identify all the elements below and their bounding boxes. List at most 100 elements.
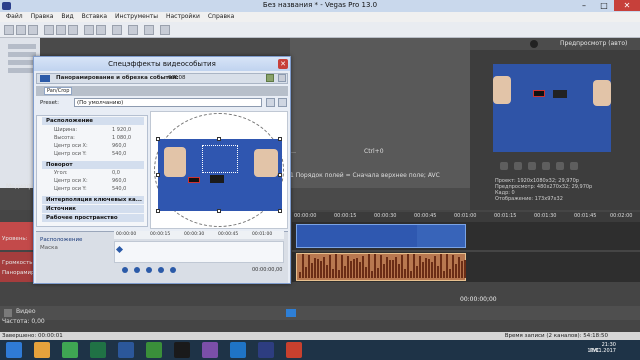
ruler-tick: 00:01:00	[454, 213, 477, 219]
kf-prev-icon[interactable]	[134, 267, 140, 273]
explorer-folder-item[interactable]	[8, 68, 36, 73]
open-icon[interactable]	[16, 25, 26, 35]
tray-clock[interactable]: 21:30 19.01.2017	[587, 342, 616, 354]
close-button[interactable]: ✕	[614, 0, 640, 11]
kf-tick: 00:00:45	[218, 232, 239, 237]
cut-icon[interactable]	[44, 25, 54, 35]
crop-center-box[interactable]	[202, 145, 238, 173]
play-icon[interactable]	[513, 162, 522, 170]
next-frame-icon[interactable]	[569, 162, 578, 170]
window-title: Без названия * - Vegas Pro 13.0	[262, 1, 378, 9]
paste-icon[interactable]	[68, 25, 78, 35]
fx-chain-icon[interactable]	[40, 75, 50, 82]
app-task-icon[interactable]	[286, 342, 302, 358]
new-project-icon[interactable]	[4, 25, 14, 35]
preview-mode-label[interactable]: Предпросмотр (авто)	[560, 40, 627, 47]
start-icon[interactable]	[6, 342, 22, 358]
chrome-task-icon[interactable]	[62, 342, 78, 358]
save-preset-icon[interactable]	[266, 98, 275, 107]
kf-first-icon[interactable]	[122, 267, 128, 273]
prop-center-x[interactable]: Центр оси X: 960,0	[54, 143, 144, 150]
tab-pan-crop[interactable]: Pan/Crop	[44, 87, 72, 95]
video-clip[interactable]	[296, 224, 466, 248]
remove-plugin-icon[interactable]	[278, 74, 286, 82]
vegas-task-icon[interactable]	[258, 342, 274, 358]
audio-waveform-bar	[395, 256, 397, 278]
kf-next-icon[interactable]	[146, 267, 152, 273]
menu-edit[interactable]: Правка	[31, 12, 54, 22]
prop-rot-center-y[interactable]: Центр оси Y: 540,0	[54, 186, 144, 193]
stop-icon[interactable]	[541, 162, 550, 170]
prev-frame-icon[interactable]	[555, 162, 564, 170]
kf-last-icon[interactable]	[158, 267, 164, 273]
crop-handle-tr[interactable]	[278, 137, 282, 141]
menu-insert[interactable]: Вставка	[82, 12, 107, 22]
menu-help[interactable]: Справка	[208, 12, 234, 22]
explorer-task-icon[interactable]	[34, 342, 50, 358]
media-task-icon[interactable]	[174, 342, 190, 358]
audio-waveform-bar	[425, 258, 427, 278]
help-icon[interactable]	[160, 25, 170, 35]
kf-add-icon[interactable]	[170, 267, 176, 273]
menu-tools[interactable]: Инструменты	[115, 12, 158, 22]
crop-handle-b[interactable]	[217, 209, 221, 213]
properties-icon[interactable]	[128, 25, 138, 35]
excel-task-icon[interactable]	[90, 342, 106, 358]
crop-handle-tl[interactable]	[156, 137, 160, 141]
render-icon[interactable]	[112, 25, 122, 35]
crop-handle-r[interactable]	[278, 173, 282, 177]
snap-icon[interactable]	[144, 25, 154, 35]
copy-icon[interactable]	[56, 25, 66, 35]
menu-view[interactable]: Вид	[61, 12, 73, 22]
audio-waveform-bar	[389, 259, 391, 278]
save-icon[interactable]	[28, 25, 38, 35]
plugin-chain-icon[interactable]	[266, 74, 275, 82]
maximize-button[interactable]: □	[594, 0, 614, 11]
pause-icon[interactable]	[527, 162, 536, 170]
preview-quality-icon[interactable]	[530, 40, 538, 48]
redo-icon[interactable]	[96, 25, 106, 35]
explorer-folder-item[interactable]	[8, 60, 36, 65]
prop-height[interactable]: Высота: 1 080,0	[54, 135, 144, 142]
record-icon[interactable]	[4, 309, 12, 317]
section-position[interactable]: Расположение	[42, 117, 144, 125]
word-task-icon[interactable]	[118, 342, 134, 358]
audio-waveform-bar	[332, 269, 334, 278]
prop-angle[interactable]: Угол: 0,0	[54, 170, 144, 177]
prop-rot-center-x[interactable]: Центр оси X: 960,0	[54, 178, 144, 185]
menu-options[interactable]: Настройки	[166, 12, 200, 22]
keyframe-ruler[interactable]: 00:00:00 00:00:15 00:00:30 00:00:45 00:0…	[114, 231, 284, 239]
prop-width[interactable]: Ширина: 1 920,0	[54, 127, 144, 134]
crop-handle-t[interactable]	[217, 137, 221, 141]
viber-task-icon[interactable]	[202, 342, 218, 358]
prop-center-y[interactable]: Центр оси Y: 540,0	[54, 151, 144, 158]
normal-edit-tool-icon[interactable]	[286, 309, 296, 317]
audio-waveform-bar	[371, 271, 373, 278]
canvas-frame-image[interactable]	[158, 139, 282, 211]
undo-icon[interactable]	[84, 25, 94, 35]
menu-file[interactable]: Файл	[6, 12, 23, 22]
loop-icon[interactable]	[500, 162, 508, 170]
section-interpolation[interactable]: Интерполяция ключевых ка...	[42, 196, 144, 204]
section-workspace[interactable]: Рабочее пространство	[42, 214, 144, 222]
keyframe-row-position[interactable]: Расположение	[40, 237, 82, 243]
dialog-close-button[interactable]: ✕	[278, 59, 288, 69]
skype-task-icon[interactable]	[230, 342, 246, 358]
keyframe-marker[interactable]	[115, 245, 124, 254]
utorrent-task-icon[interactable]	[146, 342, 162, 358]
audio-waveform-bar	[335, 254, 337, 278]
preset-select[interactable]: (По умолчанию)	[74, 98, 262, 107]
keyframe-track[interactable]	[114, 241, 284, 263]
crop-handle-l[interactable]	[156, 173, 160, 177]
section-rotation[interactable]: Поворот	[42, 161, 144, 169]
audio-clip[interactable]	[296, 253, 466, 281]
crop-handle-br[interactable]	[278, 209, 282, 213]
explorer-folder-item[interactable]	[8, 44, 36, 49]
delete-preset-icon[interactable]	[278, 98, 287, 107]
crop-handle-bl[interactable]	[156, 209, 160, 213]
minimize-button[interactable]: –	[574, 0, 594, 11]
section-source[interactable]: Источник	[42, 205, 144, 213]
keyframe-row-mask[interactable]: Маска	[40, 245, 58, 251]
explorer-folder-item[interactable]	[8, 52, 36, 57]
dialog-title[interactable]: Спецэффекты видеособытия	[34, 57, 290, 71]
